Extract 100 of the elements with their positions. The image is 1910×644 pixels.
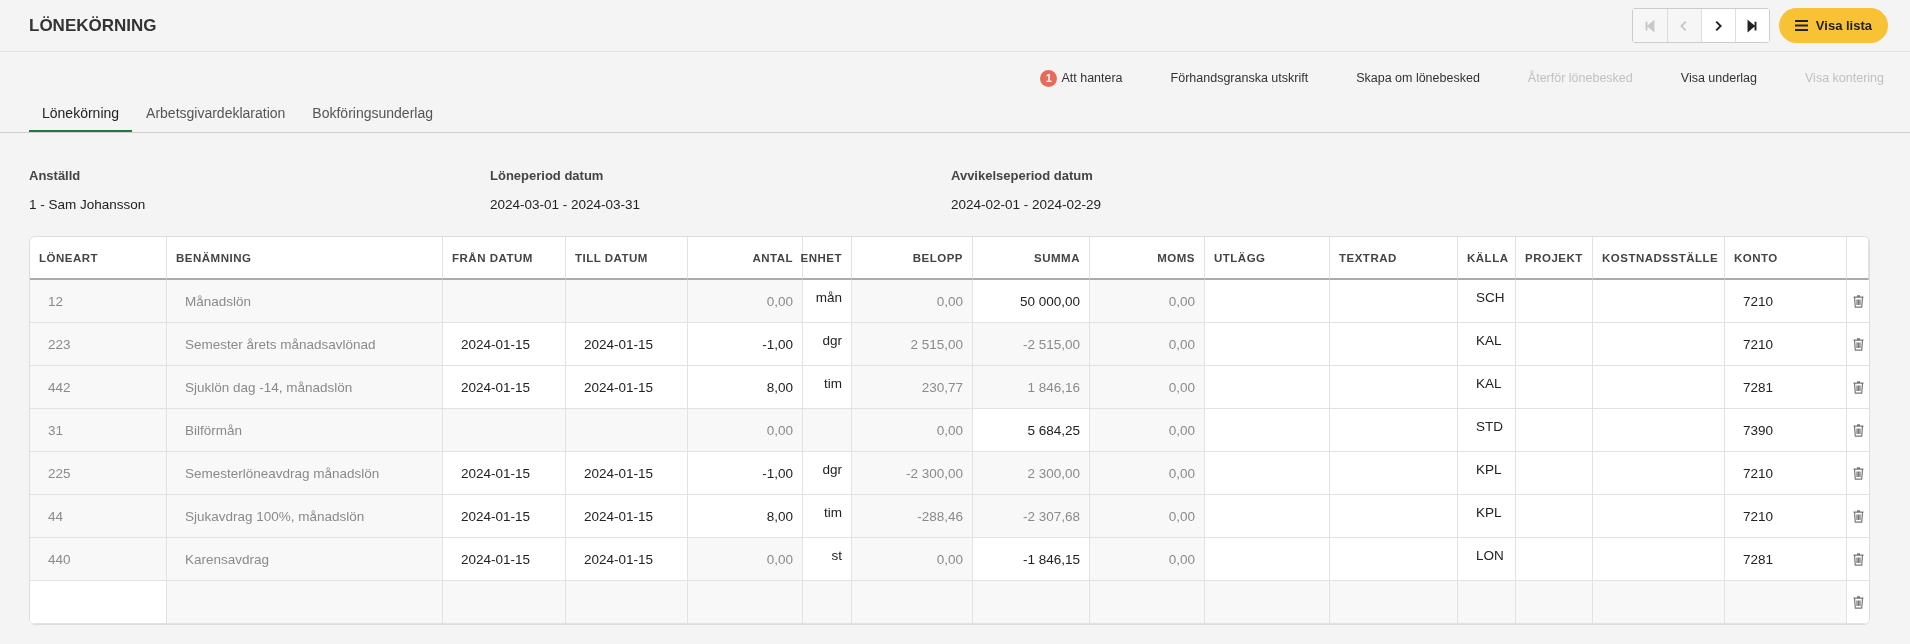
table-cell[interactable]: SCH bbox=[1458, 280, 1516, 323]
tab[interactable]: Bokföringsunderlag bbox=[299, 100, 446, 132]
column-header: UTLÄGG bbox=[1214, 251, 1266, 264]
field-value: 1 - Sam Johansson bbox=[29, 197, 147, 212]
table-cell: 0,00 bbox=[1090, 452, 1205, 495]
table-cell[interactable]: 2024-01-15 bbox=[443, 495, 566, 538]
action-label: Skapa om lönebesked bbox=[1356, 71, 1480, 85]
column-header: TILL DATUM bbox=[575, 251, 648, 264]
table-cell[interactable]: 8,00 bbox=[688, 495, 803, 538]
table-cell: 44 bbox=[30, 495, 167, 538]
table-cell[interactable]: 50 000,00 bbox=[973, 280, 1090, 323]
table-cell[interactable]: 7281 bbox=[1725, 366, 1847, 409]
table-cell[interactable]: -1 846,15 bbox=[973, 538, 1090, 581]
count-badge: 1 bbox=[1040, 69, 1058, 87]
table-cell: 0,00 bbox=[1090, 495, 1205, 538]
table-cell[interactable]: 2024-01-15 bbox=[443, 538, 566, 581]
table-cell: 440 bbox=[30, 538, 167, 581]
table-cell: Semesterlöneavdrag månadslön bbox=[167, 452, 443, 495]
table-cell[interactable]: STD bbox=[1458, 409, 1516, 452]
table-cell[interactable]: 2024-01-15 bbox=[566, 538, 688, 581]
table-cell[interactable]: dgr bbox=[803, 452, 852, 495]
table-cell: 0,00 bbox=[852, 409, 973, 452]
table-cell[interactable]: mån bbox=[803, 280, 852, 323]
field-value: 2024-02-01 - 2024-02-29 bbox=[951, 197, 1103, 212]
table-cell: 0,00 bbox=[1090, 366, 1205, 409]
table-cell bbox=[803, 409, 852, 452]
table-cell: 2 300,00 bbox=[973, 452, 1090, 495]
tab[interactable]: Lönekörning bbox=[29, 100, 133, 132]
table-cell[interactable]: tim bbox=[803, 495, 852, 538]
pager-button[interactable] bbox=[1734, 9, 1769, 42]
column-header: SUMMA bbox=[1034, 251, 1080, 264]
table-cell[interactable]: 2024-01-15 bbox=[566, 452, 688, 495]
table-cell[interactable]: KAL bbox=[1458, 366, 1516, 409]
column-header: BELOPP bbox=[912, 251, 963, 264]
trash-icon[interactable] bbox=[1852, 380, 1864, 394]
table-cell: 0,00 bbox=[1090, 538, 1205, 581]
table-cell[interactable]: 2024-01-15 bbox=[566, 495, 688, 538]
table-cell: 12 bbox=[30, 280, 167, 323]
table-cell[interactable]: KAL bbox=[1458, 323, 1516, 366]
table-cell[interactable]: KPL bbox=[1458, 452, 1516, 495]
table-cell: 230,77 bbox=[852, 366, 973, 409]
action-link[interactable]: 1 Att hantera bbox=[1040, 66, 1123, 90]
column-header: MOMS bbox=[1157, 251, 1195, 264]
table-cell[interactable]: tim bbox=[803, 366, 852, 409]
action-link[interactable]: Skapa om lönebesked bbox=[1356, 66, 1480, 90]
table-cell[interactable]: LON bbox=[1458, 538, 1516, 581]
table-cell[interactable]: 2024-01-15 bbox=[566, 366, 688, 409]
table-cell[interactable]: st bbox=[803, 538, 852, 581]
table-cell: Sjuklön dag -14, månadslön bbox=[167, 366, 443, 409]
action-label: Att hantera bbox=[1061, 71, 1123, 85]
table-cell[interactable]: KPL bbox=[1458, 495, 1516, 538]
table-cell: Bilförmån bbox=[167, 409, 443, 452]
field-label: Avvikelseperiod datum bbox=[951, 168, 1094, 183]
table-cell: 0,00 bbox=[1090, 409, 1205, 452]
column-header: KÄLLA bbox=[1467, 251, 1509, 264]
tab[interactable]: Arbetsgivardeklaration bbox=[133, 100, 299, 132]
table-cell: 225 bbox=[30, 452, 167, 495]
table-cell: 2 515,00 bbox=[852, 323, 973, 366]
table-cell[interactable]: 2024-01-15 bbox=[443, 452, 566, 495]
trash-icon[interactable] bbox=[1852, 552, 1864, 566]
table-cell: 442 bbox=[30, 366, 167, 409]
table-cell: 0,00 bbox=[852, 538, 973, 581]
table-cell[interactable]: 7281 bbox=[1725, 538, 1847, 581]
trash-icon[interactable] bbox=[1852, 337, 1864, 351]
table-cell: -2 515,00 bbox=[973, 323, 1090, 366]
table-cell: 0,00 bbox=[688, 280, 803, 323]
action-link[interactable]: Visa underlag bbox=[1680, 66, 1757, 90]
table-cell[interactable]: 8,00 bbox=[688, 366, 803, 409]
table-cell: Karensavdrag bbox=[167, 538, 443, 581]
trash-icon[interactable] bbox=[1852, 595, 1864, 609]
action-link[interactable]: Förhandsgranska utskrift bbox=[1170, 66, 1309, 90]
column-header: KOSTNADSSTÄLLE bbox=[1602, 251, 1719, 264]
table-cell[interactable]: 7210 bbox=[1725, 495, 1847, 538]
table-cell[interactable]: 2024-01-15 bbox=[443, 366, 566, 409]
table-cell[interactable]: 7210 bbox=[1725, 280, 1847, 323]
table-cell[interactable]: 2024-01-15 bbox=[566, 323, 688, 366]
column-header: ANTAL bbox=[752, 251, 793, 264]
table-cell[interactable]: 7390 bbox=[1725, 409, 1847, 452]
table-cell[interactable]: 7210 bbox=[1725, 323, 1847, 366]
table-cell: 0,00 bbox=[1090, 323, 1205, 366]
column-header: FRÅN DATUM bbox=[452, 251, 533, 264]
table-cell[interactable]: 2024-01-15 bbox=[443, 323, 566, 366]
list-button[interactable]: Visa lista bbox=[1778, 8, 1888, 43]
table-cell: Månadslön bbox=[167, 280, 443, 323]
trash-icon[interactable] bbox=[1852, 423, 1864, 437]
table-cell[interactable]: -1,00 bbox=[688, 323, 803, 366]
column-header: LÖNEART bbox=[39, 251, 99, 264]
field-value: 2024-03-01 - 2024-03-31 bbox=[490, 197, 642, 212]
trash-icon[interactable] bbox=[1852, 509, 1864, 523]
column-header: PROJEKT bbox=[1525, 251, 1583, 264]
page-title: LÖNEKÖRNING bbox=[29, 15, 157, 36]
action-label: Visa underlag bbox=[1680, 71, 1757, 85]
table-cell: -2 300,00 bbox=[852, 452, 973, 495]
trash-icon[interactable] bbox=[1852, 466, 1864, 480]
table-cell[interactable]: 7210 bbox=[1725, 452, 1847, 495]
table-cell[interactable]: dgr bbox=[803, 323, 852, 366]
column-header: TEXTRAD bbox=[1339, 251, 1397, 264]
trash-icon[interactable] bbox=[1852, 294, 1864, 308]
table-cell[interactable]: -1,00 bbox=[688, 452, 803, 495]
table-cell[interactable]: 5 684,25 bbox=[973, 409, 1090, 452]
